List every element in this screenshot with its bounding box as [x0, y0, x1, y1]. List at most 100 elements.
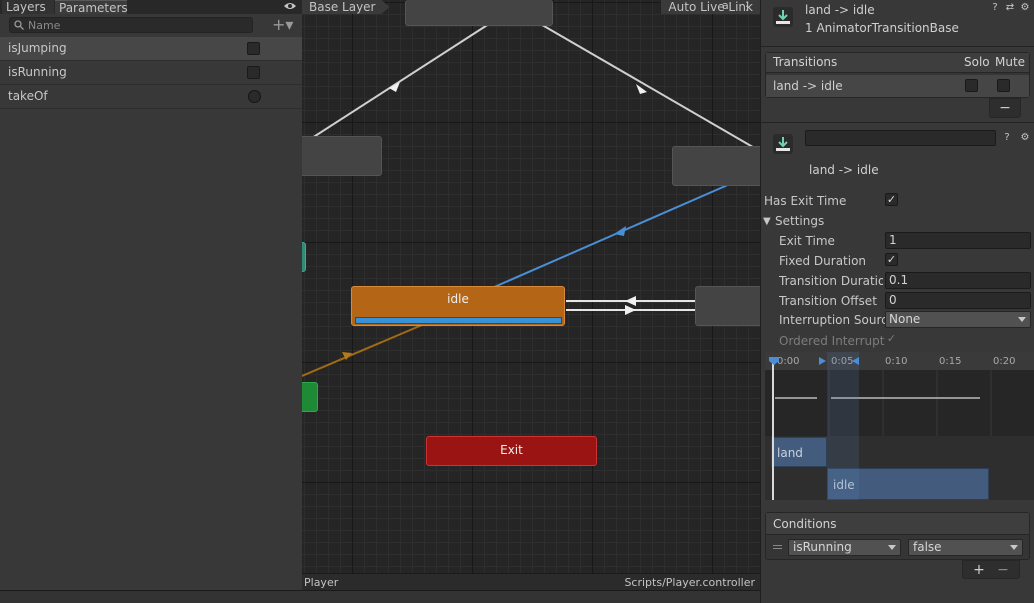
kebab-menu-icon[interactable]: ⋮ — [741, 0, 753, 12]
timeline-source-track[interactable]: land — [771, 437, 827, 467]
arrow-head — [625, 296, 636, 306]
transition-name-field[interactable] — [805, 130, 996, 146]
graph-footer: Player Scripts/Player.controller — [302, 573, 760, 590]
condition-buttons: + − — [962, 560, 1020, 579]
dropdown-value: None — [889, 312, 921, 326]
prop-label: Interruption Source — [779, 313, 885, 327]
search-box[interactable] — [9, 17, 253, 33]
inspector-subtitle: 1 AnimatorTransitionBase — [805, 21, 959, 35]
bottom-status-strip — [0, 590, 760, 603]
tab-layers[interactable]: Layers — [2, 0, 54, 14]
help-icon[interactable]: ? — [1002, 133, 1012, 143]
timeline-curve-area — [765, 370, 1034, 436]
transition-arrow[interactable] — [311, 21, 493, 139]
settings-foldout[interactable]: ▼ Settings — [761, 211, 1034, 231]
range-start-marker-icon[interactable] — [818, 356, 828, 366]
inspector-title: land -> idle — [805, 3, 875, 17]
state-progress-bar — [355, 317, 562, 324]
panel-tab-bar: Layers Parameters — [0, 0, 302, 15]
solo-checkbox[interactable] — [965, 79, 978, 92]
divider — [761, 46, 1034, 47]
timeline-ruler: 0:00 0:05 0:10 0:15 0:20 — [765, 352, 1034, 370]
parameter-search-row: +▾ — [0, 16, 302, 36]
state-node-idle[interactable]: idle — [351, 286, 565, 326]
remove-condition-button[interactable]: − — [993, 562, 1013, 578]
prop-label: Ordered Interruption — [779, 334, 885, 348]
transition-asset-icon — [773, 134, 793, 154]
mute-label: Mute — [995, 55, 1026, 69]
conditions-list: Conditions isRunning false — [765, 512, 1030, 560]
transition-timeline[interactable]: 0:00 0:05 0:10 0:15 0:20 land idle — [765, 352, 1034, 500]
search-input[interactable] — [28, 18, 248, 32]
transition-duration-field[interactable]: 0.1 — [885, 272, 1031, 289]
state-label: idle — [447, 292, 469, 306]
condition-parameter-dropdown[interactable]: isRunning — [788, 539, 901, 556]
transition-offset-row: Transition Offset 0 — [761, 291, 1034, 311]
prop-label: Has Exit Time — [764, 194, 847, 208]
caret-down-icon — [1010, 545, 1018, 550]
add-condition-button[interactable]: + — [969, 562, 989, 578]
exit-node[interactable]: Exit — [426, 436, 597, 466]
controller-path: Scripts/Player.controller — [624, 576, 755, 589]
prop-label: Transition Offset — [779, 294, 877, 308]
condition-value-dropdown[interactable]: false — [908, 539, 1023, 556]
state-node-right[interactable] — [672, 146, 760, 186]
gear-icon[interactable]: ⚙ — [1020, 133, 1030, 143]
any-state-node[interactable] — [302, 242, 306, 272]
add-parameter-button[interactable]: +▾ — [272, 17, 300, 33]
solo-label: Solo — [964, 55, 990, 69]
exit-time-row: Exit Time 1 — [761, 231, 1034, 251]
parameter-name: takeOf — [8, 89, 48, 103]
condition-row[interactable]: isRunning false — [766, 537, 1029, 559]
bool-checkbox[interactable] — [247, 42, 260, 55]
eye-icon[interactable] — [283, 1, 297, 11]
prop-label: Fixed Duration — [779, 254, 867, 268]
transition-asset-icon — [773, 7, 793, 27]
transition-offset-field[interactable]: 0 — [885, 292, 1031, 309]
entry-node[interactable] — [302, 382, 318, 412]
trigger-radio[interactable] — [248, 90, 261, 103]
prop-label: Exit Time — [779, 234, 835, 248]
mute-checkbox[interactable] — [997, 79, 1010, 92]
state-node-far-right[interactable] — [695, 286, 760, 326]
transition-overlap-region[interactable] — [827, 352, 859, 500]
remove-transition-button[interactable]: − — [989, 98, 1021, 118]
animator-graph[interactable]: idle Exit Base Layer Auto Live Link Play… — [302, 0, 760, 590]
parameters-panel: Layers Parameters +▾ isJumping isRunning… — [0, 0, 302, 603]
transition-arrow[interactable] — [302, 324, 423, 377]
divider — [761, 122, 1034, 123]
transitions-header: Transitions Solo Mute — [766, 53, 1029, 73]
selected-transition-arrow[interactable] — [491, 183, 731, 289]
gear-icon[interactable]: ⚙ — [1020, 3, 1030, 13]
breadcrumb[interactable]: Base Layer — [302, 0, 390, 14]
transition-arrow[interactable] — [536, 21, 759, 151]
bool-checkbox[interactable] — [247, 66, 260, 79]
parameter-row-takeof[interactable]: takeOf — [0, 85, 302, 109]
foldout-triangle-icon: ▼ — [763, 216, 771, 227]
transition-curve — [775, 370, 992, 436]
transition-row-name: land -> idle — [773, 79, 843, 93]
drag-handle-icon[interactable] — [773, 545, 782, 549]
state-node-top[interactable] — [405, 0, 553, 26]
lock-icon[interactable]: a — [722, 0, 732, 12]
transition-row[interactable]: land -> idle — [766, 75, 1029, 97]
has-exit-time-checkbox[interactable]: ✓ — [885, 193, 898, 206]
parameter-row-isrunning[interactable]: isRunning — [0, 61, 302, 85]
tab-parameters[interactable]: Parameters — [55, 0, 128, 15]
fixed-duration-checkbox[interactable]: ✓ — [885, 253, 898, 266]
conditions-label: Conditions — [773, 517, 837, 531]
playhead-marker-icon[interactable] — [768, 356, 780, 366]
state-label: Exit — [500, 443, 523, 457]
transition-duration-row: Transition Duration 0.1 — [761, 271, 1034, 291]
range-end-marker-icon[interactable] — [850, 356, 860, 366]
timeline-playhead[interactable] — [772, 358, 774, 500]
tick-label: 0:20 — [993, 356, 1016, 367]
interruption-source-dropdown[interactable]: None — [885, 311, 1031, 328]
preset-icon[interactable]: ⇄ — [1005, 3, 1015, 13]
help-icon[interactable]: ? — [990, 3, 1000, 13]
state-node-left[interactable] — [302, 136, 382, 176]
parameter-row-isjumping[interactable]: isJumping — [0, 37, 302, 61]
exit-time-field[interactable]: 1 — [885, 232, 1031, 249]
transitions-label: Transitions — [773, 55, 838, 69]
ordered-interruption-row: Ordered Interruption ✓ — [761, 331, 1034, 351]
